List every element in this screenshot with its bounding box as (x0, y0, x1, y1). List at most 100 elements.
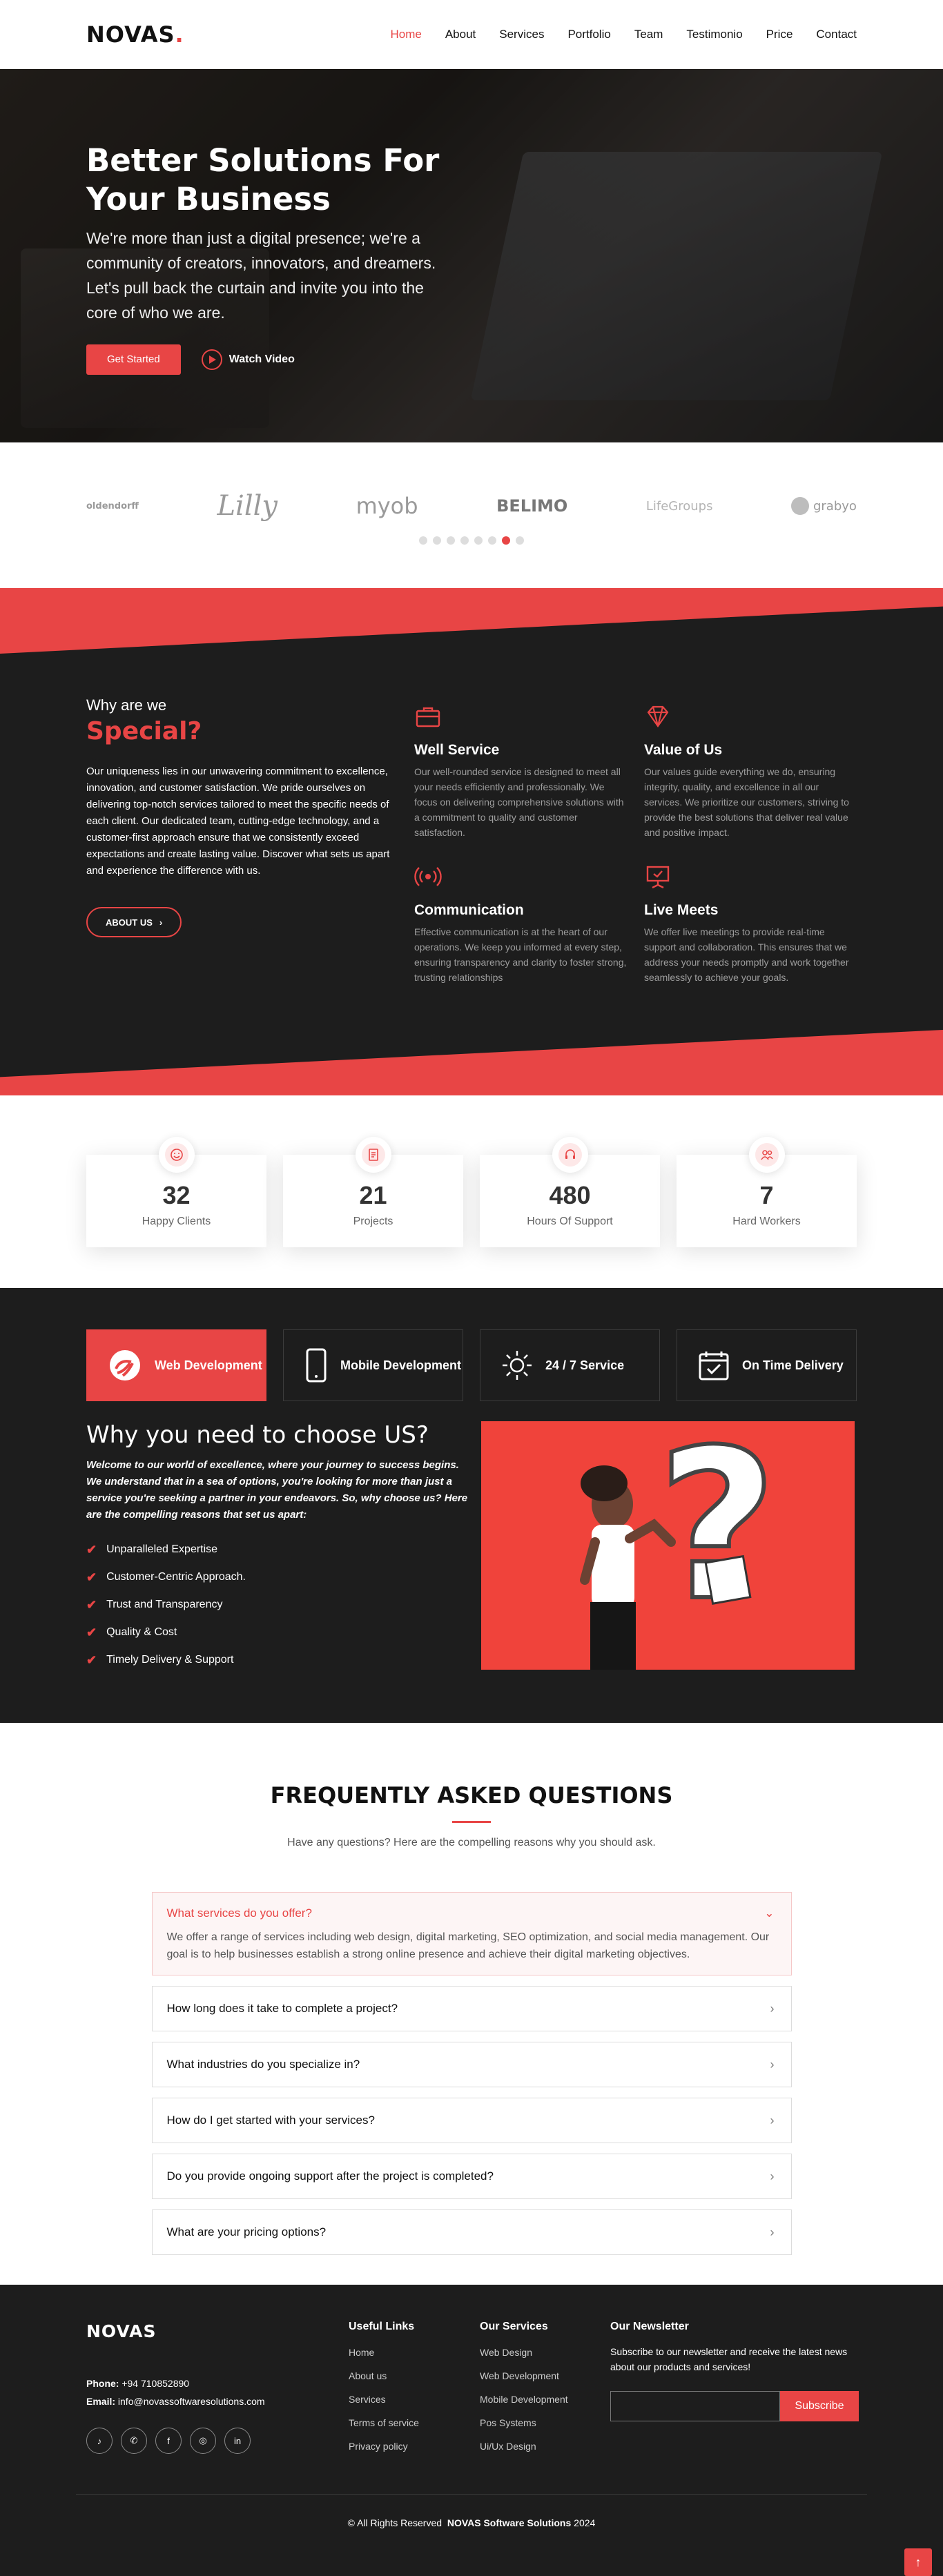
footer-link[interactable]: Web Design (480, 2347, 568, 2370)
document-icon (368, 1149, 378, 1161)
footer-link[interactable]: Services (349, 2394, 419, 2417)
footer-link[interactable]: Ui/Ux Design (480, 2441, 568, 2464)
faq-item[interactable]: How do I get started with your services?… (151, 2098, 792, 2143)
nav-about[interactable]: About (445, 28, 476, 41)
newsletter-title: Our Newsletter (610, 2321, 689, 2332)
briefcase-icon (416, 707, 440, 728)
carousel-dot[interactable] (433, 536, 441, 545)
sun-icon (503, 1351, 532, 1380)
client-logo-lifegroups: LifeGroups (645, 498, 713, 514)
carousel-dot[interactable] (488, 536, 496, 545)
web-icon (110, 1350, 140, 1380)
nav-services[interactable]: Services (499, 28, 544, 41)
hero-section: Better Solutions For Your Business We're… (0, 69, 943, 442)
footer-link[interactable]: Terms of service (349, 2417, 419, 2441)
tiktok-icon[interactable]: ♪ (86, 2428, 113, 2454)
tab-web-development[interactable]: Web Development (86, 1329, 266, 1401)
scroll-to-top-button[interactable]: ↑ (904, 2548, 932, 2576)
counters-section: 32 Happy Clients 21 Projects 480 Hours O… (0, 1095, 943, 1288)
faq-item-open[interactable]: What services do you offer? ⌄ We offer a … (151, 1892, 792, 1975)
get-started-button[interactable]: Get Started (86, 344, 181, 375)
check-icon: ✔ (86, 1542, 97, 1557)
tab-24-7-service[interactable]: 24 / 7 Service (480, 1329, 660, 1401)
footer-link[interactable]: Privacy policy (349, 2441, 419, 2464)
whatsapp-icon[interactable]: ✆ (121, 2428, 147, 2454)
tab-label: Mobile Development (340, 1358, 462, 1372)
footer-link[interactable]: Pos Systems (480, 2417, 568, 2441)
woman-with-question-mark-image: ? (580, 1421, 779, 1670)
faq-question: How do I get started with your services? (166, 2114, 375, 2127)
faq-item[interactable]: What industries do you specialize in? › (151, 2042, 792, 2087)
faq-title: FREQUENTLY ASKED QUESTIONS (270, 1782, 673, 1808)
newsletter-email-input[interactable] (610, 2391, 780, 2421)
footer-our-services: Our Services Web Design Web Development … (480, 2321, 568, 2464)
chevron-right-icon: › (159, 917, 163, 928)
footer-link[interactable]: About us (349, 2370, 419, 2394)
counter-value: 21 (359, 1181, 387, 1209)
carousel-dots (0, 536, 943, 545)
footer-link[interactable]: Web Development (480, 2370, 568, 2394)
footer-link[interactable]: Mobile Development (480, 2394, 568, 2417)
check-icon: ✔ (86, 1652, 97, 1667)
counter-value: 7 (759, 1181, 774, 1209)
footer-col-title: Useful Links (349, 2321, 415, 2332)
faq-section: FREQUENTLY ASKED QUESTIONS Have any ques… (0, 1723, 943, 2285)
tab-label: 24 / 7 Service (545, 1358, 625, 1372)
linkedin-icon[interactable]: in (224, 2428, 251, 2454)
why-title: Special? (86, 717, 202, 745)
footer-phone[interactable]: +94 710852890 (121, 2378, 189, 2389)
tab-label: On Time Delivery (742, 1358, 844, 1372)
choose-intro: Welcome to our world of excellence, wher… (86, 1459, 468, 1521)
instagram-icon[interactable]: ◎ (190, 2428, 216, 2454)
nav-contact[interactable]: Contact (816, 28, 857, 41)
arrow-up-icon: ↑ (915, 2555, 922, 2569)
faq-item[interactable]: Do you provide ongoing support after the… (151, 2154, 792, 2199)
why-body: Our uniqueness lies in our unwavering co… (86, 765, 390, 877)
tab-on-time-delivery[interactable]: On Time Delivery (677, 1329, 857, 1401)
site-footer: NOVAS Phone: +94 710852890 Email: info@n… (0, 2285, 943, 2576)
red-band-top (0, 588, 943, 654)
carousel-dot[interactable] (447, 536, 455, 545)
list-item: ✔ Quality & Cost (86, 1625, 177, 1639)
copyright: © All Rights Reserved NOVAS Software Sol… (347, 2517, 596, 2528)
feature-title: Live Meets (644, 902, 719, 918)
tab-mobile-development[interactable]: Mobile Development (283, 1329, 463, 1401)
nav-team[interactable]: Team (634, 28, 663, 41)
watch-video-button[interactable]: Watch Video (201, 349, 295, 370)
carousel-dot-active[interactable] (502, 536, 510, 545)
nav-testimonio[interactable]: Testimonio (686, 28, 742, 41)
feature-title: Communication (414, 902, 524, 918)
carousel-dot[interactable] (419, 536, 427, 545)
faq-question: Do you provide ongoing support after the… (166, 2169, 494, 2183)
subscribe-button[interactable]: Subscribe (780, 2391, 859, 2421)
counter-label: Projects (353, 1216, 393, 1227)
hero-title: Better Solutions For Your Business (86, 142, 440, 217)
faq-item[interactable]: What are your pricing options? › (151, 2209, 792, 2255)
client-logo-belimo: BELIMO (496, 496, 568, 516)
brand-logo[interactable]: NOVAS. (86, 21, 184, 48)
calendar-check-icon (699, 1352, 729, 1380)
people-icon (760, 1150, 773, 1160)
carousel-dot[interactable] (460, 536, 469, 545)
chevron-down-icon: ⌄ (764, 1906, 775, 1920)
chevron-right-icon: › (770, 2113, 775, 2127)
feature-text: Our values guide everything we do, ensur… (644, 766, 849, 838)
nav-portfolio[interactable]: Portfolio (567, 28, 610, 41)
carousel-dot[interactable] (474, 536, 483, 545)
footer-email[interactable]: info@novassoftwaresolutions.com (118, 2396, 265, 2407)
facebook-icon[interactable]: f (155, 2428, 182, 2454)
choose-title: Why you need to choose US? (86, 1421, 429, 1449)
footer-link[interactable]: Home (349, 2347, 419, 2370)
faq-subtitle: Have any questions? Here are the compell… (287, 1837, 656, 1848)
feature-value-of-us: Value of Us Our values guide everything … (644, 703, 858, 840)
carousel-dot[interactable] (516, 536, 524, 545)
nav-home[interactable]: Home (390, 28, 421, 41)
feature-text: We offer live meetings to provide real-t… (644, 926, 849, 983)
faq-item[interactable]: How long does it take to complete a proj… (151, 1986, 792, 2031)
red-band-bottom (0, 1030, 943, 1095)
client-logo-lilly: Lilly (217, 490, 278, 522)
counter-card-projects: 21 Projects (283, 1137, 463, 1247)
about-us-button[interactable]: ABOUT US › (86, 907, 182, 937)
smile-icon (170, 1149, 183, 1161)
nav-price[interactable]: Price (766, 28, 793, 41)
